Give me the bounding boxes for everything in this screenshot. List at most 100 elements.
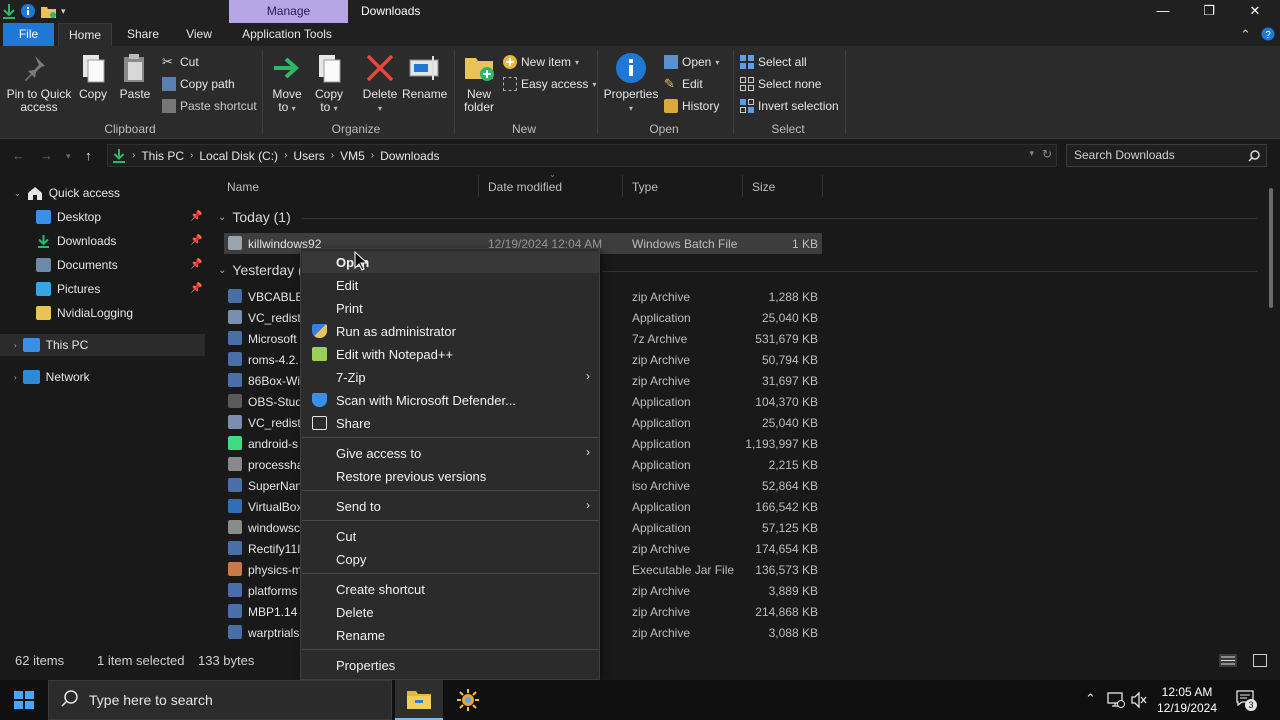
group-header-yesterday[interactable]: ⌄ Yesterday (	[218, 262, 303, 278]
large-icons-view-icon[interactable]	[1253, 654, 1267, 667]
context-menu-item[interactable]: Create shortcut	[302, 578, 599, 600]
edit-button[interactable]: ✎ Edit	[664, 75, 703, 93]
nav-this-pc[interactable]: › This PC	[14, 335, 88, 355]
context-menu-item[interactable]: Edit	[302, 274, 599, 296]
move-to-button[interactable]: Move to ▾	[270, 52, 304, 115]
context-menu-item[interactable]: Run as administrator	[302, 320, 599, 342]
breadcrumb-vm5[interactable]: VM5	[340, 149, 365, 163]
expand-chevron-icon[interactable]: ›	[14, 341, 17, 350]
help-icon[interactable]: ?	[1261, 27, 1275, 41]
context-menu-item[interactable]: Rename	[302, 624, 599, 646]
new-folder-button[interactable]: New folder	[460, 52, 498, 114]
taskbar-file-explorer[interactable]	[395, 680, 443, 720]
context-menu-item[interactable]: Restore previous versions	[302, 465, 599, 487]
show-hidden-icons-chevron-icon[interactable]: ⌃	[1085, 691, 1096, 707]
column-header-date-modified[interactable]: Date modified	[488, 180, 562, 194]
breadcrumb-local-disk[interactable]: Local Disk (C:)	[199, 149, 278, 163]
new-item-button[interactable]: New item ▾	[503, 53, 579, 71]
group-header-today[interactable]: ⌄ Today (1)	[218, 209, 291, 225]
breadcrumb-separator-icon[interactable]: ›	[284, 150, 287, 161]
paste-shortcut-button[interactable]: Paste shortcut	[162, 97, 257, 115]
select-none-button[interactable]: Select none	[740, 75, 821, 93]
properties-button[interactable]: Properties ▾	[603, 52, 659, 115]
expand-chevron-icon[interactable]: ›	[14, 373, 17, 382]
invert-selection-button[interactable]: Invert selection	[740, 97, 839, 115]
customize-qa-chevron-icon[interactable]: ▾	[61, 3, 66, 19]
context-menu-item[interactable]: Properties	[302, 654, 599, 676]
copy-path-button[interactable]: Copy path	[162, 75, 235, 93]
pin-icon[interactable]: 📌	[190, 259, 202, 270]
notifications-button[interactable]: 3	[1236, 690, 1257, 711]
downloads-app-icon[interactable]	[2, 3, 16, 19]
select-all-button[interactable]: Select all	[740, 53, 807, 71]
address-bar[interactable]: › This PC › Local Disk (C:) › Users › VM…	[107, 144, 1057, 167]
breadcrumb-separator-icon[interactable]: ›	[331, 150, 334, 161]
pin-icon[interactable]: 📌	[190, 235, 202, 246]
tab-application-tools[interactable]: Application Tools	[232, 23, 342, 46]
taskbar-app-sun[interactable]	[444, 680, 492, 720]
breadcrumb-users[interactable]: Users	[293, 149, 324, 163]
maximize-button[interactable]: ❐	[1186, 0, 1232, 23]
collapse-ribbon-icon[interactable]: ⌃	[1240, 27, 1251, 43]
nav-item-desktop[interactable]: Desktop	[36, 207, 101, 227]
context-menu-item[interactable]: Share	[302, 412, 599, 434]
rename-button[interactable]: Rename	[402, 52, 447, 101]
breadcrumb-separator-icon[interactable]: ›	[132, 150, 135, 161]
context-menu-item[interactable]: Print	[302, 297, 599, 319]
copy-button[interactable]: Copy	[76, 52, 110, 101]
nav-item-nvidialogging[interactable]: NvidiaLogging	[36, 303, 133, 323]
breadcrumb-separator-icon[interactable]: ›	[190, 150, 193, 161]
tab-home[interactable]: Home	[58, 23, 112, 46]
system-clock[interactable]: 12:05 AM 12/19/2024	[1150, 684, 1224, 716]
vertical-scrollbar-thumb[interactable]	[1269, 188, 1273, 308]
context-menu-item[interactable]: Open	[302, 251, 599, 273]
nav-quick-access[interactable]: ⌄ Quick access	[14, 183, 120, 203]
nav-item-pictures[interactable]: Pictures	[36, 279, 100, 299]
close-button[interactable]: ✕	[1232, 0, 1278, 23]
nav-item-documents[interactable]: Documents	[36, 255, 118, 275]
pin-icon[interactable]: 📌	[190, 283, 202, 294]
tab-view[interactable]: View	[176, 23, 222, 46]
breadcrumb-separator-icon[interactable]: ›	[371, 150, 374, 161]
address-history-chevron-icon[interactable]: ▾	[1029, 148, 1034, 159]
paste-button[interactable]: Paste	[118, 52, 152, 101]
delete-button[interactable]: Delete ▾	[360, 52, 400, 115]
column-divider[interactable]	[822, 175, 823, 197]
column-header-size[interactable]: Size	[752, 180, 775, 194]
column-header-name[interactable]: Name	[227, 180, 259, 194]
search-input[interactable]: Search Downloads	[1066, 144, 1267, 167]
pin-icon[interactable]: 📌	[190, 211, 202, 222]
recent-locations-chevron-icon[interactable]: ▾	[66, 151, 71, 162]
up-arrow-icon[interactable]: ↑	[85, 148, 92, 163]
tab-file[interactable]: File	[3, 23, 54, 46]
copy-to-button[interactable]: Copy to ▾	[312, 52, 346, 115]
context-menu-item[interactable]: Send to ›	[302, 495, 599, 517]
details-view-icon[interactable]	[1219, 654, 1237, 667]
context-menu-item[interactable]: Copy	[302, 548, 599, 570]
easy-access-button[interactable]: Easy access ▾	[503, 75, 596, 93]
properties-qa-icon[interactable]	[20, 3, 36, 19]
pin-to-quick-access-button[interactable]: Pin to Quick access	[6, 52, 72, 114]
column-divider[interactable]	[742, 175, 743, 197]
new-folder-qa-icon[interactable]	[40, 4, 57, 19]
context-menu-item[interactable]: Give access to ›	[302, 442, 599, 464]
manage-contextual-tab[interactable]: Manage	[229, 0, 348, 23]
column-header-type[interactable]: Type	[632, 180, 658, 194]
context-menu-item[interactable]: 7-Zip ›	[302, 366, 599, 388]
network-tray-icon[interactable]	[1107, 691, 1125, 709]
refresh-icon[interactable]: ↻	[1042, 147, 1052, 161]
breadcrumb-this-pc[interactable]: This PC	[141, 149, 184, 163]
context-menu-item[interactable]: Cut	[302, 525, 599, 547]
start-windows-icon[interactable]	[0, 680, 48, 720]
breadcrumb-downloads[interactable]: Downloads	[380, 149, 439, 163]
back-arrow-icon[interactable]: ←	[12, 148, 25, 163]
column-divider[interactable]	[478, 175, 479, 197]
delete-dropdown-icon[interactable]: ▾	[378, 104, 382, 113]
context-menu-item[interactable]: Scan with Microsoft Defender...	[302, 389, 599, 411]
collapse-chevron-icon[interactable]: ⌄	[218, 265, 226, 276]
minimize-button[interactable]: —	[1140, 0, 1186, 23]
context-menu-item[interactable]: Delete	[302, 601, 599, 623]
volume-muted-icon[interactable]	[1130, 691, 1148, 709]
history-button[interactable]: History	[664, 97, 719, 115]
collapse-chevron-icon[interactable]: ⌄	[14, 189, 21, 198]
